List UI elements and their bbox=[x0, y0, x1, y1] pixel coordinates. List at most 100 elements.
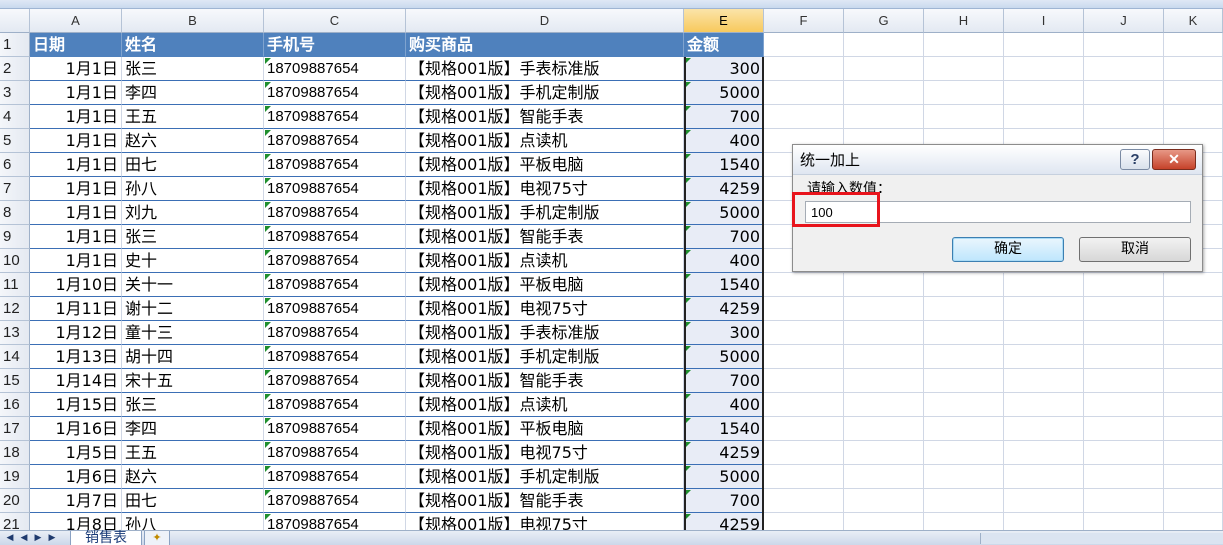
column-header[interactable]: K bbox=[1164, 9, 1223, 33]
empty-cell[interactable] bbox=[924, 57, 1004, 81]
phone-cell[interactable]: 18709887654 bbox=[264, 129, 406, 153]
phone-cell[interactable]: 18709887654 bbox=[264, 321, 406, 345]
product-cell[interactable]: 【规格001版】手表标准版 bbox=[406, 57, 684, 81]
empty-cell[interactable] bbox=[1004, 393, 1084, 417]
row-header[interactable]: 18 bbox=[0, 441, 30, 465]
row-header[interactable]: 16 bbox=[0, 393, 30, 417]
column-header[interactable]: G bbox=[844, 9, 924, 33]
empty-cell[interactable] bbox=[1164, 489, 1223, 513]
column-header[interactable]: A bbox=[30, 9, 122, 33]
column-header[interactable]: B bbox=[122, 9, 264, 33]
empty-cell[interactable] bbox=[764, 273, 844, 297]
amount-cell[interactable]: 5000 bbox=[684, 201, 764, 225]
empty-cell[interactable] bbox=[924, 345, 1004, 369]
empty-cell[interactable] bbox=[764, 417, 844, 441]
name-cell[interactable]: 宋十五 bbox=[122, 369, 264, 393]
column-header[interactable]: D bbox=[406, 9, 684, 33]
last-sheet-icon[interactable]: ▶ bbox=[46, 533, 58, 544]
amount-cell[interactable]: 400 bbox=[684, 393, 764, 417]
product-cell[interactable]: 【规格001版】点读机 bbox=[406, 129, 684, 153]
date-cell[interactable]: 1月1日 bbox=[30, 177, 122, 201]
empty-cell[interactable] bbox=[764, 345, 844, 369]
row-header[interactable]: 9 bbox=[0, 225, 30, 249]
amount-cell[interactable]: 4259 bbox=[684, 177, 764, 201]
date-cell[interactable]: 1月11日 bbox=[30, 297, 122, 321]
date-cell[interactable]: 1月1日 bbox=[30, 201, 122, 225]
row-header[interactable]: 20 bbox=[0, 489, 30, 513]
date-cell[interactable]: 1月12日 bbox=[30, 321, 122, 345]
empty-cell[interactable] bbox=[1164, 369, 1223, 393]
phone-cell[interactable]: 18709887654 bbox=[264, 201, 406, 225]
name-cell[interactable]: 刘九 bbox=[122, 201, 264, 225]
empty-cell[interactable] bbox=[844, 105, 924, 129]
column-header[interactable]: H bbox=[924, 9, 1004, 33]
amount-cell[interactable]: 5000 bbox=[684, 81, 764, 105]
empty-cell[interactable] bbox=[844, 489, 924, 513]
product-cell[interactable]: 【规格001版】电视75寸 bbox=[406, 177, 684, 201]
name-cell[interactable]: 王五 bbox=[122, 105, 264, 129]
phone-cell[interactable]: 18709887654 bbox=[264, 81, 406, 105]
empty-cell[interactable] bbox=[1004, 57, 1084, 81]
empty-cell[interactable] bbox=[1164, 441, 1223, 465]
empty-cell[interactable] bbox=[1164, 321, 1223, 345]
empty-cell[interactable] bbox=[924, 441, 1004, 465]
close-button[interactable]: ✕ bbox=[1152, 149, 1196, 170]
empty-cell[interactable] bbox=[1004, 489, 1084, 513]
row-header[interactable]: 15 bbox=[0, 369, 30, 393]
empty-cell[interactable] bbox=[764, 321, 844, 345]
empty-cell[interactable] bbox=[764, 441, 844, 465]
product-cell[interactable]: 【规格001版】手表标准版 bbox=[406, 321, 684, 345]
date-cell[interactable]: 1月1日 bbox=[30, 249, 122, 273]
empty-cell[interactable] bbox=[1004, 369, 1084, 393]
empty-cell[interactable] bbox=[844, 441, 924, 465]
row-header[interactable]: 14 bbox=[0, 345, 30, 369]
row-header[interactable]: 6 bbox=[0, 153, 30, 177]
prev-sheet-icon[interactable]: ◀ bbox=[18, 533, 30, 544]
empty-cell[interactable] bbox=[1084, 369, 1164, 393]
amount-cell[interactable]: 5000 bbox=[684, 345, 764, 369]
empty-cell[interactable] bbox=[764, 393, 844, 417]
empty-cell[interactable] bbox=[1164, 465, 1223, 489]
date-cell[interactable]: 1月10日 bbox=[30, 273, 122, 297]
empty-cell[interactable] bbox=[924, 489, 1004, 513]
row-header[interactable]: 1 bbox=[0, 33, 30, 57]
empty-cell[interactable] bbox=[844, 417, 924, 441]
empty-cell[interactable] bbox=[1084, 417, 1164, 441]
phone-cell[interactable]: 18709887654 bbox=[264, 57, 406, 81]
header-cell[interactable]: 金额 bbox=[684, 33, 764, 57]
empty-cell[interactable] bbox=[1004, 417, 1084, 441]
name-cell[interactable]: 史十 bbox=[122, 249, 264, 273]
first-sheet-icon[interactable]: ◀ bbox=[4, 533, 16, 544]
product-cell[interactable]: 【规格001版】智能手表 bbox=[406, 369, 684, 393]
empty-cell[interactable] bbox=[1164, 345, 1223, 369]
phone-cell[interactable]: 18709887654 bbox=[264, 417, 406, 441]
amount-cell[interactable]: 1540 bbox=[684, 273, 764, 297]
phone-cell[interactable]: 18709887654 bbox=[264, 249, 406, 273]
product-cell[interactable]: 【规格001版】平板电脑 bbox=[406, 273, 684, 297]
name-cell[interactable]: 田七 bbox=[122, 489, 264, 513]
next-sheet-icon[interactable]: ▶ bbox=[32, 533, 44, 544]
empty-cell[interactable] bbox=[1084, 81, 1164, 105]
product-cell[interactable]: 【规格001版】手机定制版 bbox=[406, 81, 684, 105]
column-header[interactable]: C bbox=[264, 9, 406, 33]
empty-cell[interactable] bbox=[764, 465, 844, 489]
empty-cell[interactable] bbox=[1164, 297, 1223, 321]
phone-cell[interactable]: 18709887654 bbox=[264, 225, 406, 249]
date-cell[interactable]: 1月1日 bbox=[30, 57, 122, 81]
row-header[interactable]: 17 bbox=[0, 417, 30, 441]
empty-cell[interactable] bbox=[1084, 489, 1164, 513]
date-cell[interactable]: 1月5日 bbox=[30, 441, 122, 465]
header-cell[interactable]: 姓名 bbox=[122, 33, 264, 57]
empty-cell[interactable] bbox=[1084, 465, 1164, 489]
empty-cell[interactable] bbox=[844, 33, 924, 57]
empty-cell[interactable] bbox=[1004, 81, 1084, 105]
name-cell[interactable]: 王五 bbox=[122, 441, 264, 465]
date-cell[interactable]: 1月1日 bbox=[30, 129, 122, 153]
empty-cell[interactable] bbox=[764, 297, 844, 321]
row-header[interactable]: 3 bbox=[0, 81, 30, 105]
empty-cell[interactable] bbox=[1004, 105, 1084, 129]
phone-cell[interactable]: 18709887654 bbox=[264, 297, 406, 321]
empty-cell[interactable] bbox=[924, 465, 1004, 489]
row-header[interactable]: 11 bbox=[0, 273, 30, 297]
amount-cell[interactable]: 400 bbox=[684, 129, 764, 153]
